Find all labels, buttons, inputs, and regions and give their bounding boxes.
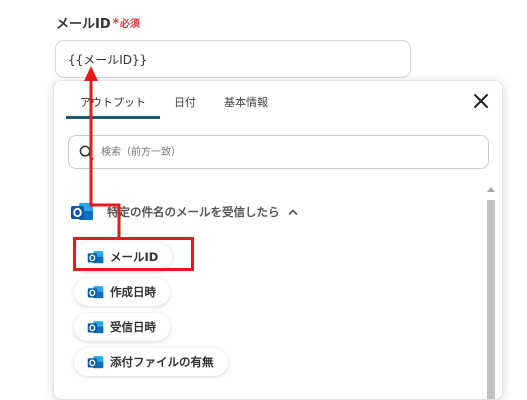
group-title: 特定の件名のメールを受信したら — [107, 205, 280, 219]
output-selector-panel: アウトプット 日付 基本情報 特定の件名のメールを受信したら — [53, 80, 503, 400]
scroll-up-arrow-icon[interactable] — [487, 187, 495, 192]
scrollbar-thumb[interactable] — [487, 200, 495, 399]
tab-date[interactable]: 日付 — [160, 81, 210, 119]
search-icon — [79, 145, 94, 159]
outlook-icon — [71, 203, 93, 220]
outlook-icon — [87, 250, 104, 263]
mail-id-input[interactable]: {{メールID}} — [55, 40, 411, 78]
list-item-label: 受信日時 — [110, 320, 156, 334]
mail-id-input-value: {{メールID}} — [68, 52, 148, 67]
outlook-icon — [87, 320, 104, 333]
search-box[interactable] — [68, 135, 489, 169]
scrollbar[interactable] — [485, 185, 497, 399]
required-text: 必須 — [119, 19, 140, 30]
list-item-label: 作成日時 — [110, 285, 156, 299]
list-item-label: メールID — [110, 250, 159, 264]
field-label: メールID * 必須 — [56, 13, 140, 33]
tab-output[interactable]: アウトプット — [66, 81, 160, 119]
chevron-up-icon[interactable] — [288, 207, 298, 217]
close-icon[interactable] — [473, 93, 489, 109]
list-item-created-at[interactable]: 作成日時 — [74, 278, 170, 306]
group-header[interactable]: 特定の件名のメールを受信したら — [70, 199, 298, 225]
required-star: * — [112, 15, 119, 30]
field-label-text: メールID — [56, 17, 111, 32]
outlook-icon — [87, 355, 104, 368]
tab-bar: アウトプット 日付 基本情報 — [66, 81, 282, 119]
list-item-received-at[interactable]: 受信日時 — [74, 313, 170, 341]
list-item-mail-id[interactable]: メールID — [74, 243, 173, 271]
tab-basic-info[interactable]: 基本情報 — [210, 81, 282, 119]
list-item-has-attachments[interactable]: 添付ファイルの有無 — [74, 348, 228, 376]
list-item-label: 添付ファイルの有無 — [110, 355, 214, 369]
outlook-icon — [87, 285, 104, 298]
search-input[interactable] — [99, 145, 473, 159]
